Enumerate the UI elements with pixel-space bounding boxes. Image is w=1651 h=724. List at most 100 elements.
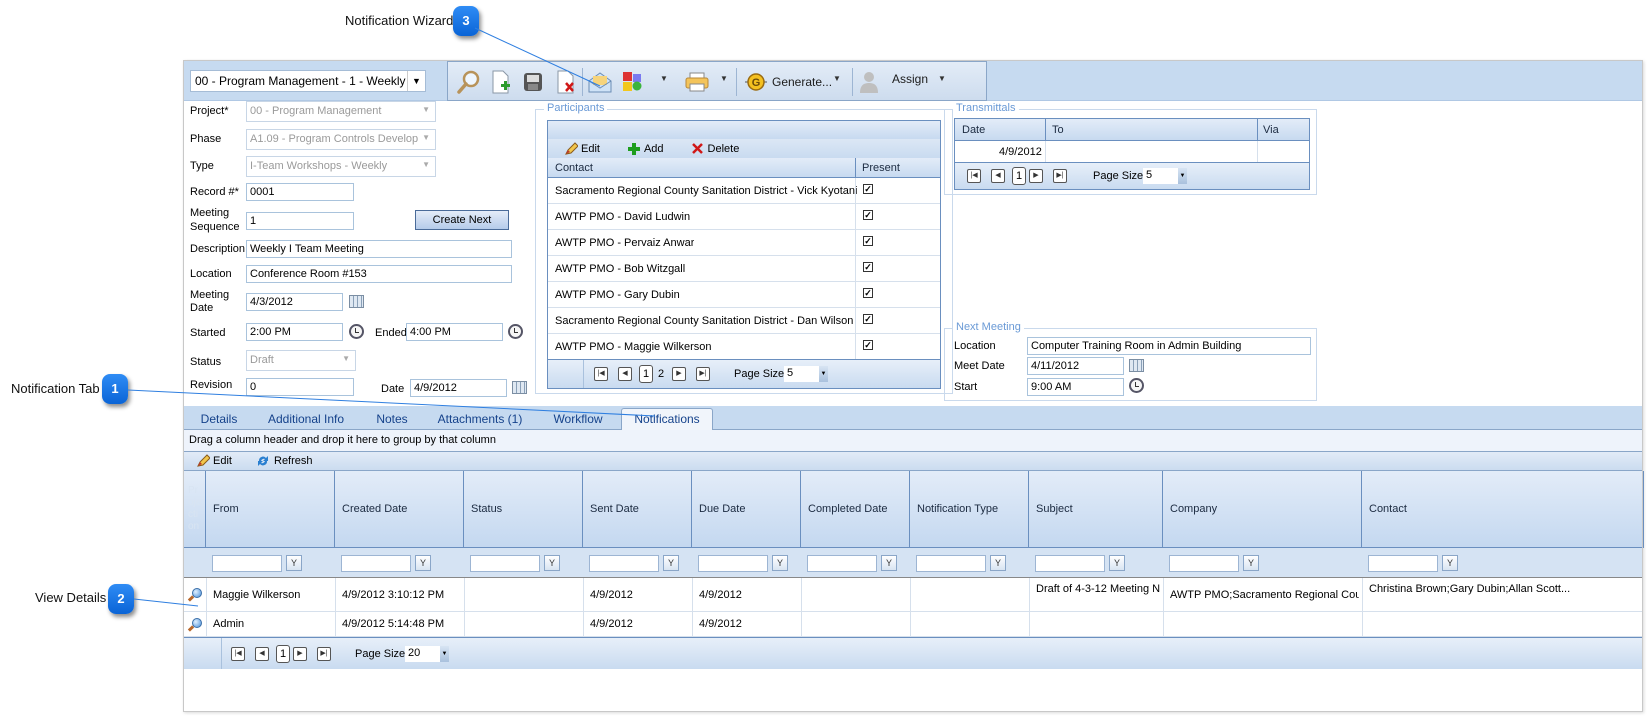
present-checkbox[interactable]: ✓ bbox=[863, 236, 873, 246]
print-dropdown-arrow[interactable]: ▼ bbox=[720, 74, 728, 83]
last-page-button[interactable]: ▶| bbox=[317, 647, 331, 661]
column-header-sent-date[interactable]: Sent Date bbox=[583, 471, 692, 548]
tab-notes[interactable]: Notes bbox=[364, 410, 420, 430]
page-size-select[interactable]: 20 ▼ bbox=[405, 646, 449, 662]
next-page-button[interactable]: ▶ bbox=[1029, 169, 1043, 183]
prev-page-button[interactable]: ◀ bbox=[255, 647, 269, 661]
view-details-icon[interactable] bbox=[192, 588, 202, 598]
column-header-subject[interactable]: Subject bbox=[1029, 471, 1163, 548]
participants-delete-button[interactable]: Delete bbox=[691, 143, 739, 155]
column-header-to[interactable]: To bbox=[1052, 124, 1064, 136]
participant-row[interactable]: AWTP PMO - Pervaiz Anwar ✓ bbox=[548, 230, 940, 256]
column-header-status[interactable]: Status bbox=[464, 471, 583, 548]
filter-input-subject[interactable] bbox=[1035, 555, 1105, 572]
filter-input-status[interactable] bbox=[470, 555, 540, 572]
column-header-notification-type[interactable]: Notification Type bbox=[910, 471, 1029, 548]
create-next-button[interactable]: Create Next bbox=[415, 210, 509, 230]
tab-additional-info[interactable]: Additional Info bbox=[254, 410, 358, 430]
filter-input-company[interactable] bbox=[1169, 555, 1239, 572]
save-button[interactable] bbox=[522, 69, 544, 95]
next-page-button[interactable]: ▶ bbox=[672, 367, 686, 381]
filter-funnel-icon[interactable]: Y bbox=[544, 555, 560, 571]
notifications-edit-button[interactable]: Edit bbox=[196, 454, 232, 468]
transmittal-row[interactable]: 4/9/2012 bbox=[955, 141, 1309, 163]
present-checkbox[interactable]: ✓ bbox=[863, 184, 873, 194]
print-button[interactable] bbox=[684, 69, 710, 95]
date-input[interactable]: 4/9/2012 bbox=[410, 379, 507, 397]
prev-page-button[interactable]: ◀ bbox=[618, 367, 632, 381]
column-header-present[interactable]: Present bbox=[862, 162, 900, 174]
filter-input-completed[interactable] bbox=[807, 555, 877, 572]
participants-edit-button[interactable]: Edit bbox=[564, 141, 600, 156]
filter-input-sent[interactable] bbox=[589, 555, 659, 572]
filter-funnel-icon[interactable]: Y bbox=[772, 555, 788, 571]
column-header-created-date[interactable]: Created Date bbox=[335, 471, 464, 548]
current-page[interactable]: 1 bbox=[1012, 167, 1026, 185]
filter-funnel-icon[interactable]: Y bbox=[881, 555, 897, 571]
column-header-projection[interactable]: Projection bbox=[184, 471, 206, 548]
first-page-button[interactable]: |◀ bbox=[967, 169, 981, 183]
filter-input-contact[interactable] bbox=[1368, 555, 1438, 572]
clock-icon[interactable] bbox=[349, 324, 364, 339]
notifications-refresh-button[interactable]: Refresh bbox=[256, 454, 313, 468]
column-header-due-date[interactable]: Due Date bbox=[692, 471, 801, 548]
participant-row[interactable]: Sacramento Regional County Sanitation Di… bbox=[548, 308, 940, 334]
present-checkbox[interactable]: ✓ bbox=[863, 314, 873, 324]
last-page-button[interactable]: ▶| bbox=[696, 367, 710, 381]
filter-input-from[interactable] bbox=[212, 555, 282, 572]
participant-row[interactable]: Sacramento Regional County Sanitation Di… bbox=[548, 178, 940, 204]
generate-dropdown-arrow[interactable]: ▼ bbox=[833, 74, 841, 83]
filter-input-type[interactable] bbox=[916, 555, 986, 572]
record-selector[interactable]: 00 - Program Management - 1 - Weekly I T… bbox=[190, 70, 426, 92]
participant-row[interactable]: AWTP PMO - Maggie Wilkerson ✓ bbox=[548, 334, 940, 360]
present-checkbox[interactable]: ✓ bbox=[863, 288, 873, 298]
ended-time-input[interactable]: 4:00 PM bbox=[406, 323, 503, 341]
description-input[interactable]: Weekly I Team Meeting bbox=[246, 240, 512, 258]
current-page[interactable]: 1 bbox=[639, 365, 653, 383]
tab-details[interactable]: Details bbox=[190, 410, 248, 430]
filter-funnel-icon[interactable]: Y bbox=[1243, 555, 1259, 571]
filter-funnel-icon[interactable]: Y bbox=[1442, 555, 1458, 571]
delete-button[interactable] bbox=[555, 69, 577, 95]
page-size-select[interactable]: 5 ▼ bbox=[1143, 168, 1187, 184]
shapes-button[interactable] bbox=[620, 69, 644, 95]
clock-icon[interactable] bbox=[1129, 378, 1144, 393]
filter-funnel-icon[interactable]: Y bbox=[415, 555, 431, 571]
notification-row[interactable]: Admin 4/9/2012 5:14:48 PM 4/9/2012 4/9/2012 bbox=[184, 612, 1642, 637]
next-location-input[interactable]: Computer Training Room in Admin Building bbox=[1027, 337, 1311, 355]
calendar-icon[interactable] bbox=[349, 295, 364, 308]
participant-row[interactable]: AWTP PMO - Bob Witzgall ✓ bbox=[548, 256, 940, 282]
assign-dropdown-arrow[interactable]: ▼ bbox=[938, 74, 946, 83]
column-header-contact[interactable]: Contact bbox=[555, 162, 593, 174]
meet-date-input[interactable]: 4/11/2012 bbox=[1027, 357, 1124, 375]
notification-wizard-button[interactable] bbox=[587, 69, 613, 95]
location-input[interactable]: Conference Room #153 bbox=[246, 265, 512, 283]
shapes-dropdown-arrow[interactable]: ▼ bbox=[660, 74, 668, 83]
prev-page-button[interactable]: ◀ bbox=[991, 169, 1005, 183]
calendar-icon[interactable] bbox=[512, 381, 527, 394]
view-details-icon[interactable] bbox=[192, 617, 202, 628]
tab-notifications[interactable]: Notifications bbox=[621, 408, 713, 431]
revision-input[interactable]: 0 bbox=[246, 378, 354, 396]
column-header-company[interactable]: Company bbox=[1163, 471, 1362, 548]
filter-funnel-icon[interactable]: Y bbox=[990, 555, 1006, 571]
page-2-link[interactable]: 2 bbox=[658, 368, 664, 380]
search-button[interactable] bbox=[456, 69, 482, 95]
participant-row[interactable]: AWTP PMO - David Ludwin ✓ bbox=[548, 204, 940, 230]
current-page[interactable]: 1 bbox=[276, 645, 290, 663]
participant-row[interactable]: AWTP PMO - Gary Dubin ✓ bbox=[548, 282, 940, 308]
start-time-input[interactable]: 9:00 AM bbox=[1027, 378, 1124, 396]
meeting-date-input[interactable]: 4/3/2012 bbox=[246, 293, 343, 311]
present-checkbox[interactable]: ✓ bbox=[863, 262, 873, 272]
participants-add-button[interactable]: Add bbox=[627, 142, 664, 155]
filter-funnel-icon[interactable]: Y bbox=[286, 555, 302, 571]
first-page-button[interactable]: |◀ bbox=[594, 367, 608, 381]
first-page-button[interactable]: |◀ bbox=[231, 647, 245, 661]
page-size-select[interactable]: 5 ▼ bbox=[784, 366, 828, 382]
notification-row[interactable]: Maggie Wilkerson 4/9/2012 3:10:12 PM 4/9/2… bbox=[184, 578, 1642, 612]
assign-button[interactable]: Assign bbox=[858, 69, 928, 95]
calendar-icon[interactable] bbox=[1129, 359, 1144, 372]
generate-button[interactable]: G Generate... bbox=[744, 69, 832, 95]
started-time-input[interactable]: 2:00 PM bbox=[246, 323, 343, 341]
new-button[interactable] bbox=[490, 69, 512, 95]
